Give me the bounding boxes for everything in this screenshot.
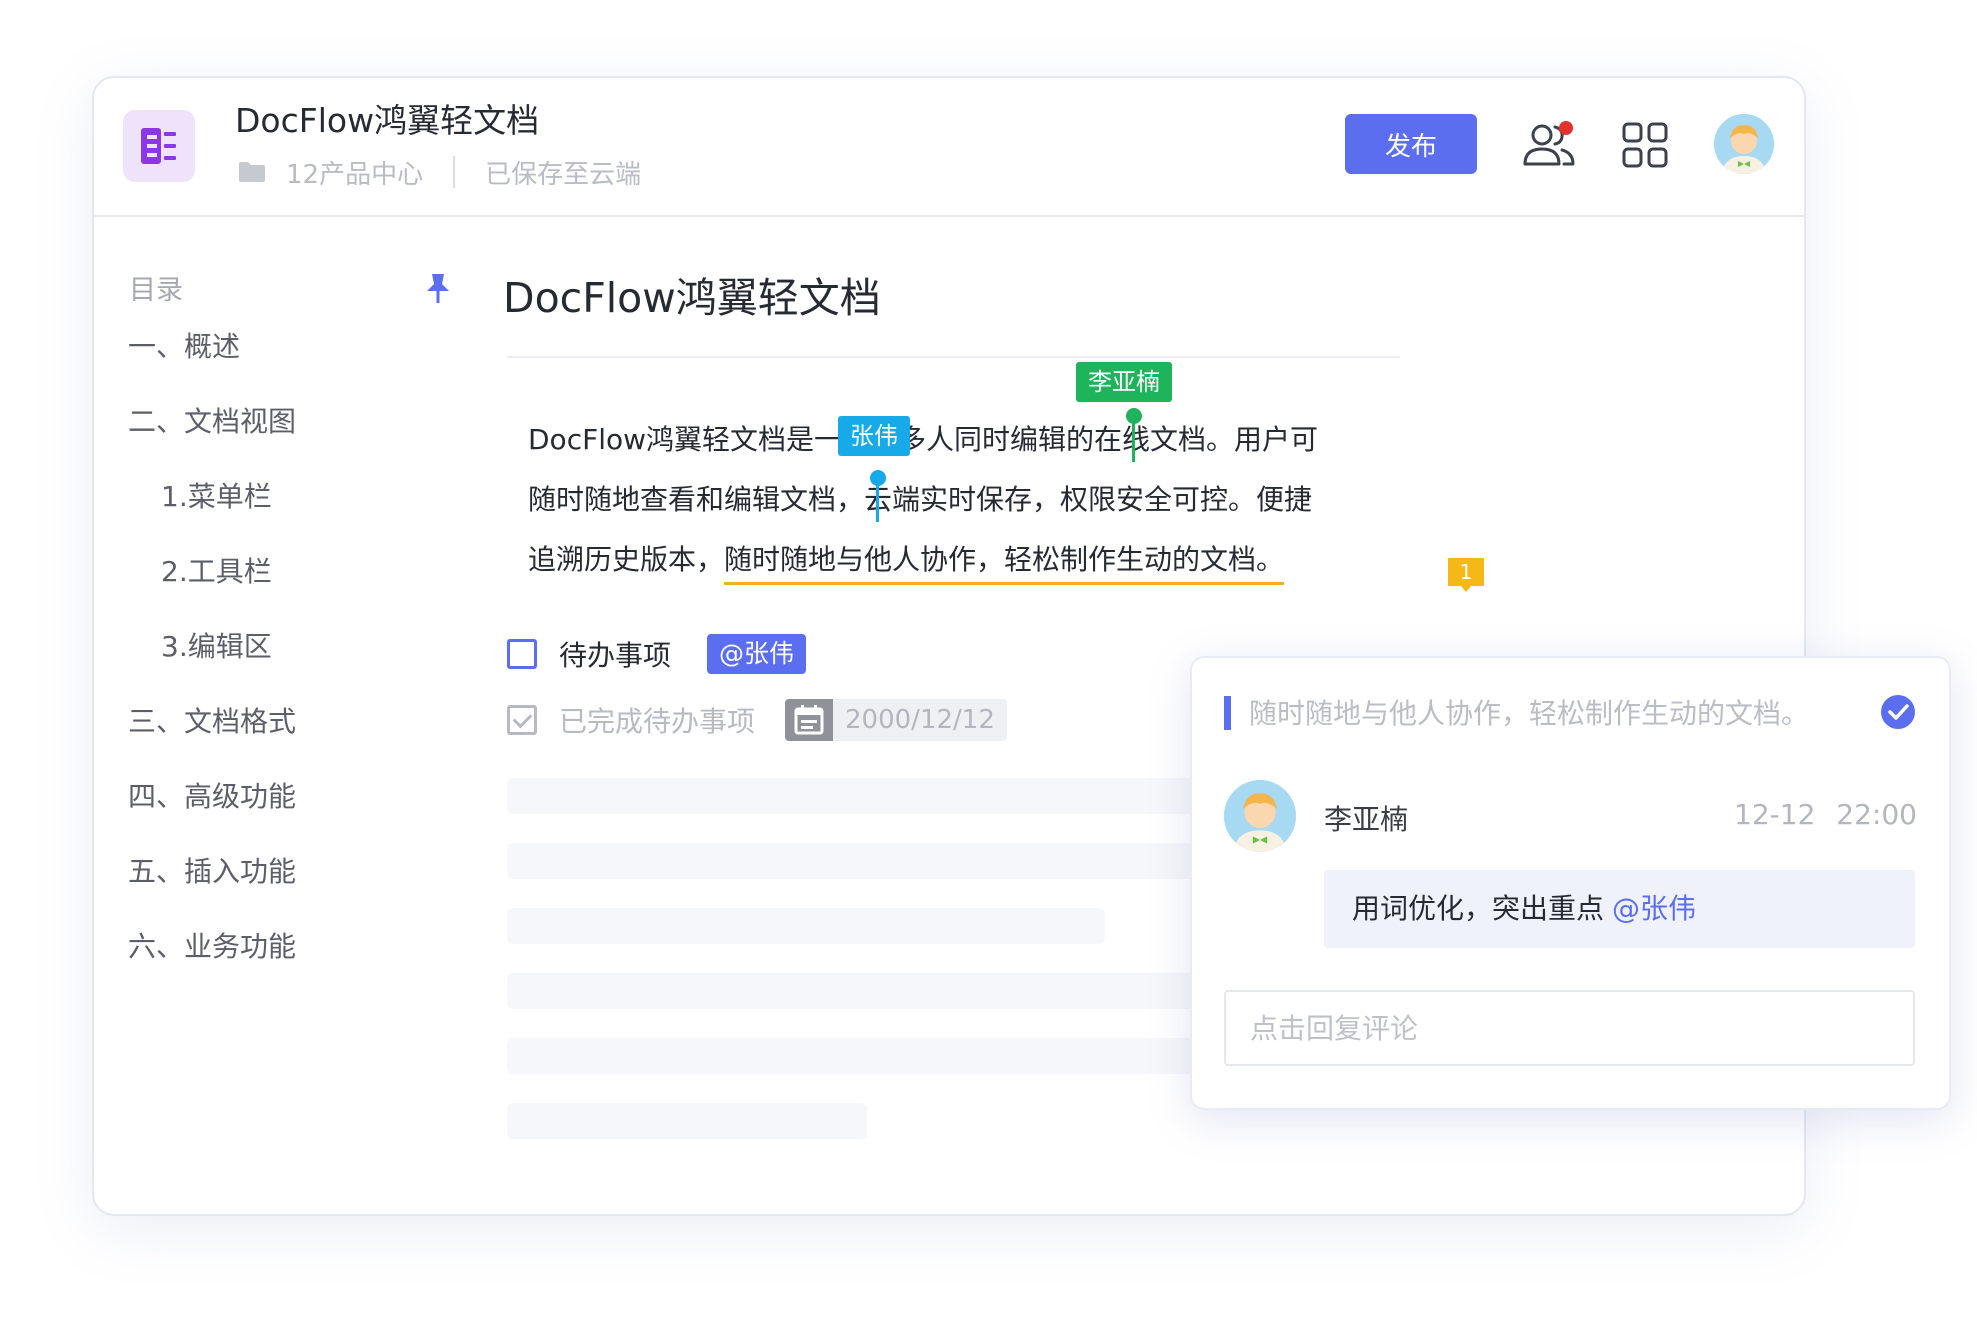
breadcrumb-divider bbox=[453, 156, 456, 188]
due-date-chip[interactable]: 2000/12/12 bbox=[785, 699, 1007, 741]
comment-body: 用词优化，突出重点 @张伟 bbox=[1324, 870, 1915, 948]
toc-item[interactable]: 二、文档视图 bbox=[128, 403, 296, 478]
skeleton-line bbox=[507, 843, 1290, 879]
publish-button[interactable]: 发布 bbox=[1345, 114, 1477, 174]
comment-author: 李亚楠 bbox=[1324, 803, 1409, 836]
toc-item[interactable]: 1.菜单栏 bbox=[128, 478, 296, 553]
skeleton-line bbox=[507, 778, 1290, 814]
reply-input[interactable] bbox=[1224, 990, 1915, 1066]
breadcrumb-folder[interactable]: 12产品中心 bbox=[286, 154, 423, 191]
toc-item[interactable]: 三、文档格式 bbox=[128, 703, 296, 778]
doc-app-icon[interactable] bbox=[123, 110, 195, 182]
cursor-caret-liyanan bbox=[1132, 418, 1135, 462]
paragraph-line[interactable]: 追溯历史版本，随时随地与他人协作，轻松制作生动的文档。 bbox=[528, 538, 1285, 585]
paragraph-line[interactable]: 随时随地查看和编辑文档，云端实时保存，权限安全可控。便捷 bbox=[528, 478, 1312, 518]
skeleton-line bbox=[507, 1103, 867, 1139]
toc-item[interactable]: 六、业务功能 bbox=[128, 928, 296, 1003]
pin-icon[interactable] bbox=[423, 271, 453, 305]
apps-grid-icon[interactable] bbox=[1622, 122, 1668, 168]
comment-quote: 随时随地与他人协作，轻松制作生动的文档。 bbox=[1249, 697, 1810, 730]
quote-bar bbox=[1224, 696, 1231, 730]
todo-label[interactable]: 已完成待办事项 bbox=[559, 700, 755, 740]
heading-divider bbox=[507, 356, 1400, 358]
toc-item[interactable]: 2.工具栏 bbox=[128, 553, 296, 628]
check-circle-icon[interactable] bbox=[1880, 694, 1916, 730]
paragraph-text: 追溯历史版本， bbox=[528, 543, 725, 576]
toc-item[interactable]: 四、高级功能 bbox=[128, 778, 296, 853]
breadcrumb: 12产品中心 已保存至云端 bbox=[238, 152, 641, 192]
comment-author-avatar[interactable] bbox=[1224, 780, 1296, 852]
todo-item-done[interactable]: 已完成待办事项 2000/12/12 bbox=[507, 699, 1007, 741]
todo-checkbox-checked[interactable] bbox=[507, 705, 537, 735]
todo-label[interactable]: 待办事项 bbox=[559, 634, 671, 674]
due-date: 2000/12/12 bbox=[845, 705, 995, 735]
folder-icon bbox=[239, 162, 265, 182]
toc-item[interactable]: 一、概述 bbox=[128, 328, 296, 403]
calendar-icon bbox=[785, 699, 834, 741]
paragraph-line[interactable]: DocFlow鸿翼轻文档是一款可多人同时编辑的在线文档。用户可 bbox=[528, 418, 1318, 458]
cursor-label-zhangwei: 张伟 bbox=[838, 416, 910, 456]
toc-title: 目录 bbox=[129, 275, 183, 306]
save-status: 已保存至云端 bbox=[485, 159, 642, 190]
comment-timestamp: 12-12 22:00 bbox=[1734, 798, 1917, 831]
user-avatar[interactable] bbox=[1714, 114, 1774, 174]
comment-count: 1 bbox=[1460, 560, 1473, 584]
cursor-caret-zhangwei bbox=[876, 480, 879, 522]
todo-checkbox[interactable] bbox=[507, 639, 537, 669]
toc-item[interactable]: 五、插入功能 bbox=[128, 853, 296, 928]
todo-item[interactable]: 待办事项 @张伟 bbox=[507, 634, 807, 674]
notification-dot bbox=[1559, 121, 1573, 135]
toc-item[interactable]: 3.编辑区 bbox=[128, 628, 296, 703]
skeleton-line bbox=[507, 973, 1290, 1009]
skeleton-line bbox=[507, 1038, 1290, 1074]
toc-list: 一、概述 二、文档视图 1.菜单栏 2.工具栏 3.编辑区 三、文档格式 四、高… bbox=[128, 328, 296, 1003]
comment-text: 用词优化，突出重点 bbox=[1352, 892, 1605, 925]
comment-mention[interactable]: @张伟 bbox=[1612, 892, 1696, 925]
comment-marker-icon[interactable]: 1 bbox=[1446, 556, 1486, 594]
page-heading[interactable]: DocFlow鸿翼轻文档 bbox=[503, 264, 881, 324]
comment-panel: 随时随地与他人协作，轻松制作生动的文档。 李亚楠 12-12 22:00 用词优… bbox=[1190, 656, 1951, 1110]
mention-chip[interactable]: @张伟 bbox=[707, 634, 807, 674]
skeleton-line bbox=[507, 908, 1105, 944]
doc-header: DocFlow鸿翼轻文档 12产品中心 已保存至云端 发布 bbox=[94, 78, 1804, 217]
users-icon[interactable] bbox=[1522, 120, 1576, 170]
doc-title[interactable]: DocFlow鸿翼轻文档 bbox=[235, 94, 539, 142]
cursor-label-liyanan: 李亚楠 bbox=[1076, 362, 1172, 402]
commented-text[interactable]: 随时随地与他人协作，轻松制作生动的文档。 bbox=[724, 543, 1285, 585]
